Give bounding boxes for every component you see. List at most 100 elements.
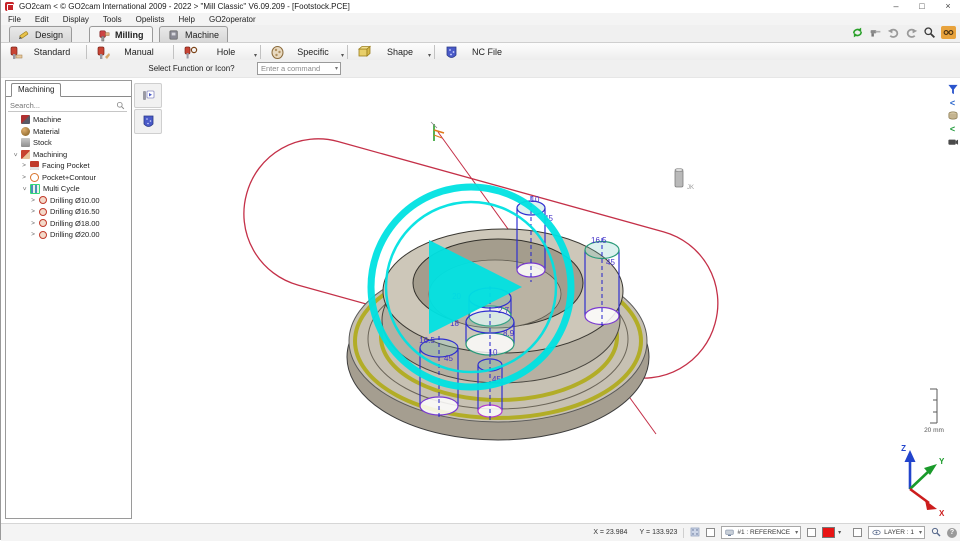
manual-label: Manual [116, 47, 162, 57]
menu-opelists[interactable]: Opelists [129, 15, 172, 24]
toolbar-separator [86, 45, 87, 59]
tab-machining-panel[interactable]: Machining [11, 83, 61, 97]
command-input[interactable]: Enter a command [257, 62, 341, 75]
command-row: Select Function or Icon? Enter a command [1, 60, 960, 78]
drilling-icon [39, 219, 47, 227]
scale-label: 20 mm [924, 427, 944, 434]
tree-item-drilling-18[interactable]: > Drilling Ø18.00 [6, 218, 131, 230]
expand-arrow[interactable]: > [30, 220, 36, 227]
pointer-tool-icon[interactable] [869, 26, 882, 39]
viewport-canvas[interactable]: 10 45 16.5 45 20 2.7 18 8.9 16.5 45 10 4… [1, 0, 960, 540]
y-coordinate: Y = 133.923 [633, 529, 677, 536]
tree-item-multi-cycle[interactable]: > Multi Cycle [6, 183, 131, 195]
go2-glasses-icon[interactable] [941, 26, 956, 39]
tree-item-material[interactable]: Material [6, 126, 131, 138]
color-swatch[interactable] [822, 527, 835, 538]
redo-icon[interactable] [905, 26, 918, 39]
search-box[interactable] [8, 99, 127, 112]
tree-item-drilling-16-5[interactable]: > Drilling Ø16.50 [6, 206, 131, 218]
shape-icon [357, 45, 372, 60]
collapse-green-button[interactable]: < [946, 123, 959, 134]
tree-item-stock[interactable]: Stock [6, 137, 131, 149]
reference-value: #1 : REFERENCE [737, 529, 790, 536]
shield-icon [141, 114, 156, 129]
help-icon[interactable]: ? [947, 528, 957, 538]
tree-item-facing-pocket[interactable]: > Facing Pocket [6, 160, 131, 172]
color-checkbox[interactable] [807, 528, 816, 537]
simulation-button[interactable] [134, 83, 162, 108]
title-bar: GO2cam < © GO2cam International 2009 - 2… [1, 0, 960, 14]
material-icon [21, 127, 30, 136]
expand-arrow[interactable]: > [21, 174, 27, 181]
tree-item-machine[interactable]: Machine [6, 114, 131, 126]
design-icon [18, 28, 31, 41]
stock-icon [21, 138, 30, 147]
shape-button[interactable]: Shape [349, 44, 433, 60]
specific-label: Specific [290, 47, 336, 57]
expand-arrow[interactable]: > [30, 197, 36, 204]
manual-button[interactable]: Manual [88, 44, 172, 60]
tree-item-machining[interactable]: > Machining [6, 149, 131, 161]
tree-item-drilling-20[interactable]: > Drilling Ø20.00 [6, 229, 131, 241]
dim-label: 2.7 [498, 306, 510, 315]
zoom-layer-icon[interactable] [931, 527, 941, 539]
expand-arrow[interactable]: > [12, 151, 19, 157]
tab-design-label: Design [35, 30, 63, 40]
dim-label: 8.9 [503, 329, 515, 338]
hole-button[interactable]: Hole [175, 44, 259, 60]
specific-button[interactable]: Specific [262, 44, 346, 60]
facing-pocket-icon [30, 161, 39, 170]
expand-arrow[interactable]: > [30, 208, 36, 215]
layer-checkbox[interactable] [853, 528, 862, 537]
undo-icon[interactable] [887, 26, 900, 39]
menu-tools[interactable]: Tools [96, 15, 129, 24]
filter-button[interactable] [946, 84, 959, 95]
nc-file-icon [444, 45, 459, 60]
stock-view-button[interactable] [134, 109, 162, 134]
manual-icon [96, 45, 111, 60]
menu-display[interactable]: Display [56, 15, 96, 24]
camera-button[interactable] [946, 136, 959, 147]
scale-ruler: 20 mm [924, 389, 944, 434]
monitor-icon [725, 529, 734, 537]
tab-machine[interactable]: Machine [159, 26, 228, 42]
zoom-icon[interactable] [923, 26, 936, 39]
refresh-icon[interactable] [851, 26, 864, 39]
dim-label: 16.5 [419, 336, 435, 345]
menu-edit[interactable]: Edit [28, 15, 56, 24]
app-icon [5, 2, 14, 11]
tree-item-drilling-10[interactable]: > Drilling Ø10.00 [6, 195, 131, 207]
tab-design[interactable]: Design [9, 26, 72, 42]
menu-file[interactable]: File [1, 15, 28, 24]
reference-checkbox[interactable] [706, 528, 715, 537]
hole-label: Hole [203, 47, 249, 57]
standard-button[interactable]: Standard [1, 44, 85, 60]
hole-icon [183, 45, 198, 60]
expand-arrow[interactable]: > [21, 186, 28, 192]
expand-arrow[interactable]: > [30, 231, 36, 238]
dim-label: 16.5 [591, 236, 607, 245]
expand-arrow[interactable]: > [21, 162, 27, 169]
pocket-contour-icon [30, 173, 39, 182]
search-input[interactable] [8, 101, 116, 110]
part-view-button[interactable] [946, 110, 959, 121]
layer-select[interactable]: LAYER : 1 [868, 526, 925, 539]
dim-label: 45 [606, 258, 615, 267]
close-button[interactable]: × [935, 0, 960, 13]
collapse-blue-button[interactable]: < [946, 97, 959, 108]
tree-item-pocket-contour[interactable]: > Pocket+Contour [6, 172, 131, 184]
window-controls: – □ × [883, 0, 960, 13]
nc-file-button[interactable]: NC File [436, 44, 520, 60]
camera-icon [947, 136, 959, 147]
grid-icon[interactable] [690, 527, 700, 539]
menu-go2operator[interactable]: GO2operator [202, 15, 263, 24]
tab-milling[interactable]: Milling [89, 26, 153, 43]
menu-help[interactable]: Help [172, 15, 202, 24]
window-title: GO2cam < © GO2cam International 2009 - 2… [19, 2, 350, 11]
maximize-button[interactable]: □ [909, 0, 935, 13]
minimize-button[interactable]: – [883, 0, 909, 13]
part-icon [947, 110, 959, 121]
toolbar-separator [260, 45, 261, 59]
command-placeholder: Enter a command [261, 64, 320, 73]
reference-select[interactable]: #1 : REFERENCE [721, 526, 801, 539]
